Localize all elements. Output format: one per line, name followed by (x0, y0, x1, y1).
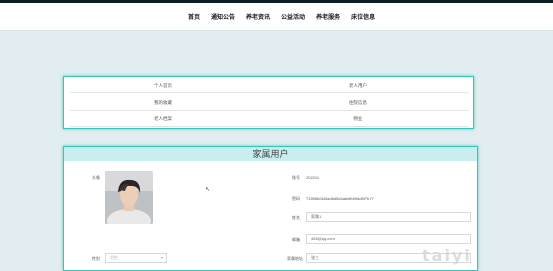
relation-label: 家属地址 (287, 256, 303, 261)
nav-item-news[interactable]: 养老资讯 (246, 12, 270, 21)
gender-select[interactable]: 男性 ▾ (105, 253, 167, 263)
menu-favorites[interactable]: 我的收藏 (154, 100, 172, 106)
nav-menu: 首页 通知公告 养老资讯 公益活动 养老服务 床位信息 (188, 3, 386, 30)
mouse-cursor-icon: ↖ (205, 187, 211, 193)
menu-elder-records[interactable]: 老人档案 (154, 116, 172, 122)
navbar: 首页 通知公告 养老资讯 公益活动 养老服务 床位信息 (0, 3, 553, 31)
gender-label: 性别 (92, 256, 100, 261)
menu-hospital-info[interactable]: 住院信息 (349, 100, 367, 106)
account-label: 账号 (292, 175, 300, 180)
avatar-photo (105, 171, 153, 224)
menu-divider (70, 92, 469, 93)
watermark: taiyi (422, 246, 472, 265)
profile-title: 家属用户 (64, 147, 477, 161)
password-value: 7155f8d3d3ad8d5d4abdffd0fdd5f7b77 (306, 196, 374, 201)
user-menu-card: 个人首页 老人用户 我的收藏 住院信息 老人档案 物业 (63, 76, 474, 129)
menu-divider (70, 110, 469, 111)
menu-divider (70, 126, 469, 127)
menu-elder-users[interactable]: 老人用户 (349, 83, 367, 89)
name-input[interactable]: 家属1 (306, 212, 471, 222)
nav-item-activities[interactable]: 公益活动 (281, 12, 305, 21)
nav-item-beds[interactable]: 床位信息 (351, 12, 375, 21)
nav-item-services[interactable]: 养老服务 (316, 12, 340, 21)
menu-property[interactable]: 物业 (354, 116, 363, 122)
chevron-down-icon: ▾ (160, 255, 163, 260)
menu-personal-home[interactable]: 个人首页 (154, 83, 172, 89)
name-label: 姓名 (292, 215, 300, 220)
email-label: 邮箱 (292, 237, 300, 242)
email-input[interactable]: 456@qq.com (306, 234, 471, 244)
password-label: 密码 (292, 196, 300, 201)
account-value: 202211 (306, 175, 320, 180)
nav-item-notices[interactable]: 通知公告 (211, 12, 235, 21)
nav-item-home[interactable]: 首页 (188, 12, 200, 21)
avatar[interactable] (105, 171, 153, 224)
gender-value: 男性 (110, 255, 118, 260)
avatar-label: 头像 (92, 175, 100, 180)
